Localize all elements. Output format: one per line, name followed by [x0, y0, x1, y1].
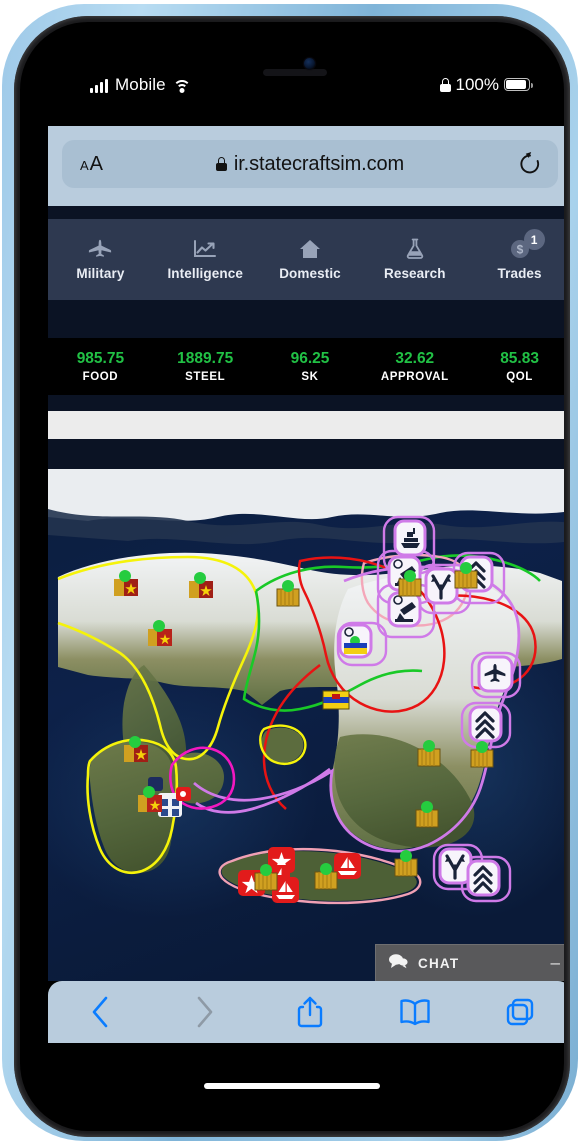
status-bar-right: 100% — [439, 75, 533, 94]
city-flag-marker[interactable] — [189, 572, 213, 598]
tabs-button[interactable] — [467, 981, 564, 1043]
safari-top-chrome: A A ir.statecraftsim.com — [48, 126, 564, 206]
home-indicator — [204, 1083, 380, 1089]
nav-tab-intelligence[interactable]: Intelligence — [153, 219, 258, 300]
lock-icon — [215, 157, 227, 171]
stat-sk: 96.25 SK — [258, 338, 363, 395]
stat-value: 1889.75 — [177, 350, 234, 367]
stat-label: FOOD — [82, 371, 119, 383]
unit-marker-airplane[interactable] — [477, 655, 514, 693]
nav-tab-label: Research — [383, 265, 446, 281]
stat-label: SK — [301, 371, 319, 383]
city-flag-marker[interactable] — [314, 862, 338, 890]
address-bar[interactable]: A A ir.statecraftsim.com — [62, 140, 558, 188]
battery-full-icon — [504, 78, 533, 91]
nav-tab-research[interactable]: Research — [362, 219, 467, 300]
reload-button[interactable] — [516, 150, 544, 178]
back-button[interactable] — [48, 981, 153, 1043]
city-flag-marker[interactable] — [276, 579, 300, 607]
svg-text:$: $ — [516, 242, 523, 256]
ios-status-bar: Mobile 100% — [48, 68, 564, 110]
unit-marker-chevrons-2[interactable] — [468, 705, 503, 743]
carrier-label: Mobile — [115, 75, 166, 94]
status-bar-left: Mobile — [90, 76, 191, 93]
stat-food: 985.75 FOOD — [48, 338, 153, 395]
city-flag-marker[interactable] — [470, 740, 494, 768]
unit-marker-sailboat-2[interactable] — [334, 853, 361, 879]
stat-label: STEEL — [185, 371, 226, 383]
line-chart-icon — [193, 239, 217, 259]
city-flag-marker[interactable] — [148, 620, 172, 646]
url-text: ir.statecraftsim.com — [233, 152, 405, 175]
lock-icon — [439, 77, 451, 92]
chat-label: CHAT — [418, 955, 460, 971]
stat-approval: 32.62 APPROVAL — [362, 338, 467, 395]
unit-marker-warship[interactable] — [393, 519, 427, 557]
stat-value: 96.25 — [290, 350, 330, 367]
stat-value: 85.83 — [500, 350, 539, 367]
phone-screen: Mobile 100% A A ir.statecraftsim.com Mil… — [20, 22, 564, 1131]
unit-marker-chevrons-3[interactable] — [466, 859, 501, 897]
statecraft-web-app: Military Intelligence Domestic Research … — [48, 206, 564, 981]
unit-marker-radar-2[interactable] — [387, 591, 422, 628]
bookmarks-button[interactable] — [362, 981, 467, 1043]
city-flag-marker[interactable] — [322, 690, 350, 710]
wifi-icon — [172, 79, 191, 93]
content-strip — [48, 411, 564, 439]
stat-label: APPROVAL — [380, 371, 449, 383]
unit-marker-radar-3[interactable] — [338, 623, 373, 659]
chat-panel-header[interactable]: CHAT – — [375, 944, 564, 981]
safari-bottom-toolbar — [48, 981, 564, 1043]
nav-tab-trades[interactable]: $ 1 Trades — [467, 219, 564, 300]
city-flag-marker[interactable] — [114, 570, 138, 596]
battery-percent-label: 100% — [455, 75, 499, 94]
stat-value: 32.62 — [395, 350, 435, 367]
stat-qol: 85.83 QOL — [467, 338, 564, 395]
city-flag-marker[interactable] — [415, 800, 439, 828]
chat-bubbles-icon — [388, 953, 408, 974]
city-flag-marker[interactable] — [417, 739, 441, 767]
share-button[interactable] — [258, 981, 363, 1043]
city-flag-marker[interactable] — [394, 849, 418, 877]
nav-tab-military[interactable]: Military — [48, 219, 153, 300]
nav-tab-domestic[interactable]: Domestic — [258, 219, 363, 300]
forward-button — [153, 981, 258, 1043]
resource-stats-bar: 985.75 FOOD 1889.75 STEEL 96.25 SK 32.62… — [48, 338, 564, 395]
cellular-bars-icon — [90, 78, 108, 93]
nav-tab-label: Trades — [497, 265, 542, 281]
city-flag-marker[interactable] — [124, 736, 148, 762]
nav-tab-label: Intelligence — [167, 265, 243, 281]
stat-label: QOL — [506, 371, 533, 383]
stat-value: 985.75 — [76, 350, 125, 367]
stat-steel: 1889.75 STEEL — [153, 338, 258, 395]
nav-tab-label: Domestic — [279, 265, 341, 281]
app-nav-tabs: Military Intelligence Domestic Research … — [48, 219, 564, 300]
address-bar-content: ir.statecraftsim.com — [62, 153, 558, 176]
fighter-jet-icon — [88, 239, 112, 259]
world-map[interactable]: CHAT – — [48, 469, 564, 981]
unit-marker-red-flag-small[interactable] — [176, 787, 191, 801]
nav-tab-label: Military — [76, 265, 125, 281]
unit-marker-trident-2[interactable] — [438, 847, 473, 885]
unit-marker-trident-1[interactable] — [424, 567, 459, 605]
chat-minimize-button[interactable]: – — [551, 954, 560, 971]
home-icon — [299, 239, 321, 259]
phone-frame: Mobile 100% A A ir.statecraftsim.com Mil… — [2, 4, 578, 1141]
flask-icon — [405, 238, 425, 259]
trades-badge: 1 — [523, 229, 545, 250]
map-markers-layer[interactable] — [48, 469, 564, 981]
